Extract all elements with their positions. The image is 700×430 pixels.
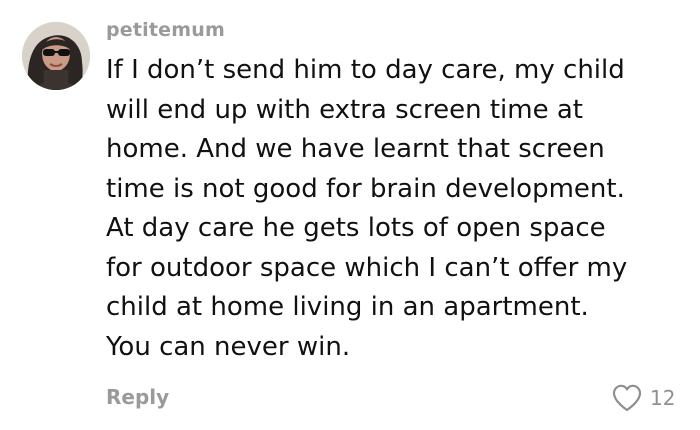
- comment-text-line: If I don’t send him to day care, my chil…: [106, 55, 625, 85]
- like-button[interactable]: [611, 383, 643, 413]
- reply-button[interactable]: Reply: [106, 385, 169, 409]
- comment-text-line: child at home living in an apartment.: [106, 292, 589, 322]
- comment-text-line: home. And we have learnt that screen: [106, 134, 605, 164]
- avatar-photo-icon: [22, 22, 90, 90]
- avatar[interactable]: [22, 22, 90, 90]
- comment-text-line: time is not good for brain development.: [106, 173, 625, 204]
- comment-text-line: for outdoor space which I can’t offer my: [106, 252, 628, 283]
- comment-username[interactable]: petitemum: [106, 19, 225, 41]
- comment-text: If I don’t send him to day care, my chil…: [106, 51, 681, 367]
- comment-text-line: At day care he gets lots of open space: [106, 213, 606, 243]
- comment-text-line: You can never win.: [106, 331, 351, 362]
- comment-card: petitemum If I don’t send him to day car…: [0, 0, 700, 430]
- like-count: 12: [650, 386, 676, 410]
- comment-text-line: will end up with extra screen time at: [106, 94, 583, 125]
- heart-outline-icon: [612, 384, 642, 412]
